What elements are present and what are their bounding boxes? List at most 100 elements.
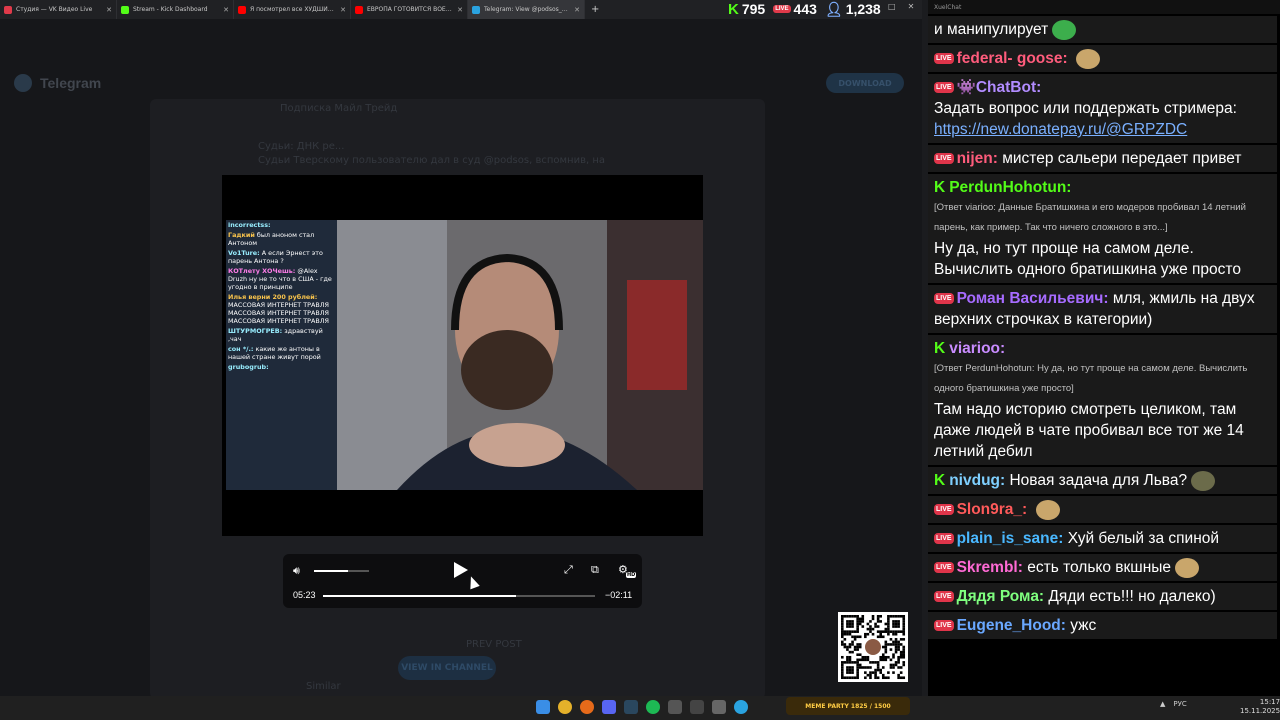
embedded-chat-username: Гадкий [228, 231, 255, 239]
browser-tab[interactable]: Stream - Kick Dashboard ✕ [117, 0, 234, 19]
chat-text: мистер сальери передает привет [1002, 150, 1242, 167]
embedded-chat-message: incorrectss: [226, 220, 337, 230]
kick-viewer-count: 795 [741, 1, 766, 17]
chat-username: Skrembl: [956, 559, 1023, 576]
close-icon[interactable]: ✕ [908, 2, 915, 11]
current-time: 05:23 [293, 590, 316, 600]
volume-slider[interactable] [314, 570, 369, 572]
browser-tab[interactable]: Я посмотрел все ХУДШИЕ фи... ✕ [234, 0, 351, 19]
windows-taskbar [0, 696, 1280, 720]
wifi-icon[interactable]: ▲ [1160, 700, 1165, 708]
embedded-chat-username: сон */.: [228, 345, 254, 353]
embedded-chat-username: incorrectss: [228, 221, 271, 229]
chat-message: LIVE Роман Васильевич: мля, жмиль на двух… [928, 285, 1277, 333]
chat-message: и манипулирует [928, 16, 1277, 43]
clock-time: 15:17 [1259, 698, 1280, 706]
tab-favicon-icon [472, 5, 480, 14]
chat-text: Там надо историю смотреть целиком, там д… [934, 401, 1244, 460]
download-button[interactable]: DOWNLOAD [826, 73, 904, 93]
embedded-chat-text: МАССОВАЯ ИНТЕРНЕТ ТРАВЛЯ МАССОВАЯ ИНТЕРН… [228, 301, 329, 325]
embedded-chat-username: grubogrub: [228, 363, 269, 371]
quality-badge: HD [626, 572, 637, 578]
vk-viewers-stat: LIVE 443 [773, 1, 817, 17]
discord-icon[interactable] [602, 700, 616, 714]
similar-link[interactable]: Similar [306, 681, 341, 692]
tab-title: Я посмотрел все ХУДШИЕ фи... [250, 6, 336, 13]
chat-text: Задать вопрос или поддержать стримера: [934, 100, 1237, 117]
volume-icon[interactable]: 🔊︎ [293, 564, 307, 577]
telegram-app-icon[interactable] [734, 700, 748, 714]
chat-text: Ну да, но тут проще на самом деле. Вычис… [934, 240, 1241, 278]
browser-tab[interactable]: Telegram: View @podsos_club ✕ [468, 0, 585, 19]
spotify-icon[interactable] [646, 700, 660, 714]
view-in-channel-button[interactable]: VIEW IN CHANNEL [398, 656, 496, 680]
chat-text: ужс [1070, 617, 1097, 634]
tab-close-icon[interactable]: ✕ [223, 6, 229, 14]
meme-party-count: 1825 / 1500 [850, 702, 891, 710]
picture-in-picture-icon[interactable]: ⧉ [591, 563, 605, 577]
chat-username: Роман Васильевич: [956, 290, 1109, 307]
app-icon-2[interactable] [690, 700, 704, 714]
remaining-time: −02:11 [605, 590, 633, 600]
embedded-chat-message: Гадкий был аноном стал Антоном [226, 230, 337, 248]
chat-text: Дяди есть!!! но далеко) [1048, 588, 1216, 605]
new-tab-button[interactable]: + [585, 4, 605, 15]
tab-favicon-icon [121, 5, 129, 14]
user-icon: 👤︎ [824, 0, 843, 17]
video-player[interactable]: incorrectss: Гадкий был аноном стал Анто… [222, 175, 703, 536]
qr-center-avatar [865, 639, 881, 655]
prev-post-link[interactable]: PREV POST [466, 639, 522, 650]
tab-close-icon[interactable]: ✕ [457, 6, 463, 14]
firefox-icon[interactable] [580, 700, 594, 714]
kick-badge-icon: K [934, 472, 946, 489]
chat-text: есть только вкшные [1027, 559, 1172, 576]
lang-indicator[interactable]: РУС [1173, 700, 1186, 708]
tab-close-icon[interactable]: ✕ [106, 6, 112, 14]
stream-stats: K 795 LIVE 443 👤︎ 1,238 [728, 0, 881, 18]
browser-tab[interactable]: ЕВРОПА ГОТОВИТСЯ ВОЕВАТЬ ✕ [351, 0, 468, 19]
taskbar-clock[interactable]: 15:17 15.11.2025 [1240, 698, 1280, 716]
video-frame[interactable] [337, 220, 703, 490]
tab-close-icon[interactable]: ✕ [574, 6, 580, 14]
kick-icon: K [728, 0, 739, 18]
embedded-chat-message: сон */.: какие же антоны в нашей стране … [226, 344, 337, 362]
vk-live-badge-icon: LIVE [934, 293, 954, 305]
chat-emote-icon [1035, 499, 1060, 520]
embedded-chat-username: Илья верни 200 рублей: [228, 293, 318, 301]
seek-bar[interactable] [323, 595, 595, 597]
start-icon[interactable] [536, 700, 550, 714]
clock-date: 15.11.2025 [1240, 707, 1280, 715]
play-icon[interactable] [453, 561, 469, 579]
video-content-person [337, 220, 703, 490]
vk-live-badge-icon: LIVE [934, 620, 954, 632]
tab-title: ЕВРОПА ГОТОВИТСЯ ВОЕВАТЬ [367, 6, 454, 13]
chrome-icon[interactable] [558, 700, 572, 714]
chat-username: nivdug: [949, 472, 1006, 489]
app-icon-1[interactable] [668, 700, 682, 714]
vk-viewer-count: 443 [793, 1, 817, 17]
chat-message: Knivdug: Новая задача для Льва? [928, 467, 1277, 494]
browser-tab[interactable]: Студия — VK Видео Live ✕ [0, 0, 117, 19]
minimize-icon[interactable]: – [872, 2, 876, 11]
tab-close-icon[interactable]: ✕ [340, 6, 346, 14]
chat-username: viarioo: [949, 340, 1006, 357]
chat-username: 👾ChatBot: [956, 79, 1042, 96]
stream-chat-overlay: XuelChat и манипулирует LIVE federal- goos… [928, 0, 1280, 696]
embedded-chat-message: Vo1Ture: А если Эрнест это парень Антона… [226, 248, 337, 266]
steam-icon[interactable] [624, 700, 638, 714]
telegram-header: Telegram [14, 74, 101, 92]
chat-link[interactable]: https://new.donatepay.ru/@GRPZDC [934, 119, 1271, 140]
vk-live-badge-icon: LIVE [934, 533, 954, 545]
chat-message: LIVE Skrembl: есть только вкшные [928, 554, 1277, 581]
app-icon-3[interactable] [712, 700, 726, 714]
post-text: Судьи Тверскому пользователю дал в суд @… [258, 155, 605, 166]
vk-live-badge-icon: LIVE [934, 153, 954, 165]
donation-qr-code [838, 612, 908, 682]
chat-emote-icon [1175, 557, 1200, 578]
volume-slider-fill [314, 570, 349, 572]
player-controls: 🔊︎ ⤢ ⧉ ⚙ HD 05:23 −02:11 [283, 554, 642, 608]
chat-window-title: XuelChat [934, 3, 962, 11]
maximize-icon[interactable]: □ [888, 2, 896, 11]
vk-live-badge-icon: LIVE [934, 591, 954, 603]
fullscreen-icon[interactable]: ⤢ [564, 563, 578, 577]
